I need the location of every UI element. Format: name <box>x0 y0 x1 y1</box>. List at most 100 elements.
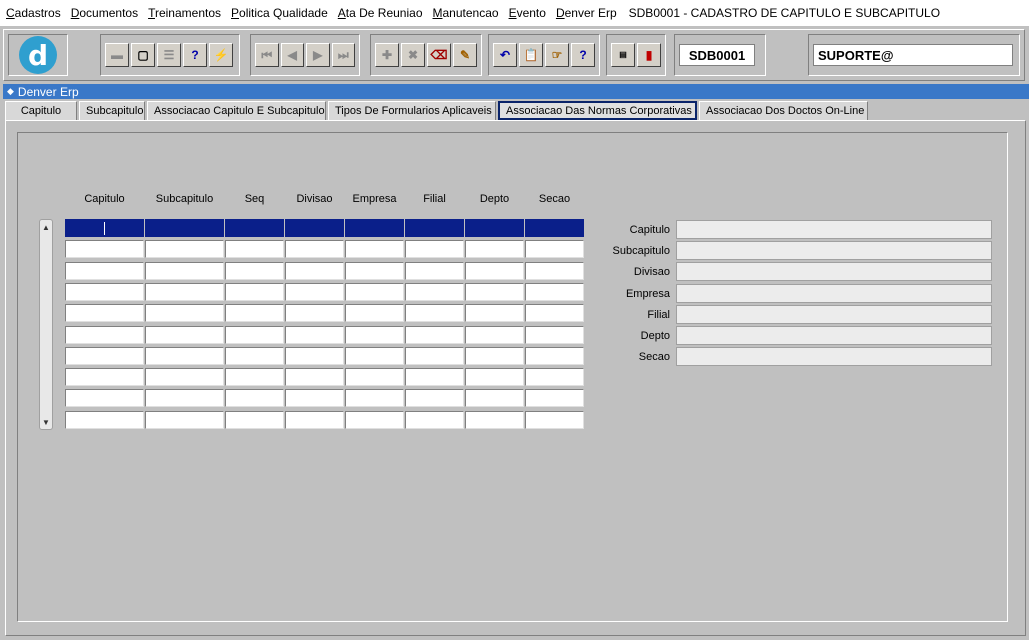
scroll-up-icon[interactable]: ▲ <box>40 221 52 233</box>
grid-cell[interactable] <box>145 389 224 407</box>
grid-cell[interactable] <box>405 389 464 407</box>
grid-cell[interactable] <box>65 283 144 301</box>
exit-icon[interactable]: ▮ <box>637 43 661 67</box>
first-record-icon[interactable]: ⏮ <box>255 43 279 67</box>
detail-field-capitulo[interactable] <box>676 220 992 239</box>
print-preview-icon[interactable]: ▢ <box>131 43 155 67</box>
menu-manutencao[interactable]: Manutencao <box>433 6 499 20</box>
grid-cell[interactable] <box>465 219 524 237</box>
grid-cell[interactable] <box>465 240 524 258</box>
grid-cell[interactable] <box>225 262 284 280</box>
clipboard-icon[interactable]: 📋 <box>519 43 543 67</box>
tab-capitulo[interactable]: Capitulo <box>5 101 77 120</box>
grid-cell[interactable] <box>405 240 464 258</box>
grid-cell[interactable] <box>285 389 344 407</box>
grid-cell[interactable] <box>465 347 524 365</box>
grid-cell[interactable] <box>285 326 344 344</box>
detail-field-divisao[interactable] <box>676 262 992 281</box>
delete-record-icon[interactable]: ✖ <box>401 43 425 67</box>
menu-cadastros[interactable]: Cadastros <box>6 6 61 20</box>
grid-cell[interactable] <box>145 411 224 429</box>
save-icon[interactable]: ▬ <box>105 43 129 67</box>
menu-denver-erp[interactable]: Denver Erp <box>556 6 617 20</box>
menu-icon[interactable]: ▤ <box>611 43 635 67</box>
grid-cell[interactable] <box>225 283 284 301</box>
grid-cell[interactable] <box>525 304 584 322</box>
grid-cell[interactable] <box>525 389 584 407</box>
grid-cell[interactable] <box>225 389 284 407</box>
grid-cell[interactable] <box>225 411 284 429</box>
grid-cell[interactable] <box>145 240 224 258</box>
menu-politica-qualidade[interactable]: Politica Qualidade <box>231 6 328 20</box>
grid-cell[interactable] <box>345 411 404 429</box>
grid-cell[interactable] <box>65 219 144 237</box>
previous-record-icon[interactable]: ◀ <box>280 43 304 67</box>
grid-cell[interactable] <box>285 304 344 322</box>
grid-cell[interactable] <box>405 326 464 344</box>
grid-cell[interactable] <box>405 219 464 237</box>
grid-cell[interactable] <box>285 219 344 237</box>
grid-cell[interactable] <box>405 304 464 322</box>
grid-cell[interactable] <box>285 283 344 301</box>
grid-cell[interactable] <box>525 411 584 429</box>
grid-cell[interactable] <box>65 411 144 429</box>
tab-associacao-normas-corporativas[interactable]: Associacao Das Normas Corporativas <box>498 101 697 120</box>
tab-associacao-capitulo-subcapitulo[interactable]: Associacao Capitulo E Subcapitulo <box>147 101 326 120</box>
grid-cell[interactable] <box>345 219 404 237</box>
grid-cell[interactable] <box>345 304 404 322</box>
grid-cell[interactable] <box>465 326 524 344</box>
grid-cell[interactable] <box>345 283 404 301</box>
grid-cell[interactable] <box>405 283 464 301</box>
grid-cell[interactable] <box>65 347 144 365</box>
grid-cell[interactable] <box>465 368 524 386</box>
grid-cell[interactable] <box>525 240 584 258</box>
print-icon[interactable]: ☰ <box>157 43 181 67</box>
grid-cell[interactable] <box>525 262 584 280</box>
detail-field-depto[interactable] <box>676 326 992 345</box>
last-record-icon[interactable]: ⏭ <box>331 43 355 67</box>
grid-cell[interactable] <box>465 411 524 429</box>
next-record-icon[interactable]: ▶ <box>306 43 330 67</box>
grid-cell[interactable] <box>405 411 464 429</box>
query-help-icon[interactable]: ? <box>183 43 207 67</box>
grid-cell[interactable] <box>65 262 144 280</box>
grid-cell[interactable] <box>525 347 584 365</box>
grid-cell[interactable] <box>525 283 584 301</box>
grid-cell[interactable] <box>465 262 524 280</box>
grid-cell[interactable] <box>65 368 144 386</box>
tab-associacao-doctos-online[interactable]: Associacao Dos Doctos On-Line <box>699 101 868 120</box>
detail-field-subcapitulo[interactable] <box>676 241 992 260</box>
tab-subcapitulo[interactable]: Subcapitulo <box>79 101 145 120</box>
grid-cell[interactable] <box>225 304 284 322</box>
grid-cell[interactable] <box>225 240 284 258</box>
grid-cell[interactable] <box>145 262 224 280</box>
grid-cell[interactable] <box>345 347 404 365</box>
help-icon[interactable]: ? <box>571 43 595 67</box>
scroll-down-icon[interactable]: ▼ <box>40 416 52 428</box>
grid-cell[interactable] <box>225 368 284 386</box>
detail-field-secao[interactable] <box>676 347 992 366</box>
grid-cell[interactable] <box>345 368 404 386</box>
grid-scrollbar[interactable]: ▲ ▼ <box>39 219 53 430</box>
detail-field-empresa[interactable] <box>676 284 992 303</box>
detail-field-filial[interactable] <box>676 305 992 324</box>
grid-cell[interactable] <box>145 283 224 301</box>
grid-cell[interactable] <box>65 304 144 322</box>
menu-evento[interactable]: Evento <box>509 6 546 20</box>
grid-cell[interactable] <box>405 262 464 280</box>
grid-cell[interactable] <box>65 389 144 407</box>
grid-cell[interactable] <box>465 389 524 407</box>
grid-cell[interactable] <box>285 262 344 280</box>
grid-cell[interactable] <box>145 219 224 237</box>
grid-cell[interactable] <box>465 283 524 301</box>
grid-cell[interactable] <box>285 411 344 429</box>
execute-query-icon[interactable]: ⚡ <box>209 43 233 67</box>
insert-record-icon[interactable]: ✚ <box>375 43 399 67</box>
grid-cell[interactable] <box>345 240 404 258</box>
edit-icon[interactable]: ✎ <box>453 43 477 67</box>
grid-cell[interactable] <box>225 326 284 344</box>
menu-documentos[interactable]: Documentos <box>71 6 138 20</box>
grid-cell[interactable] <box>65 240 144 258</box>
grid-cell[interactable] <box>285 347 344 365</box>
undo-icon[interactable]: ↶ <box>493 43 517 67</box>
